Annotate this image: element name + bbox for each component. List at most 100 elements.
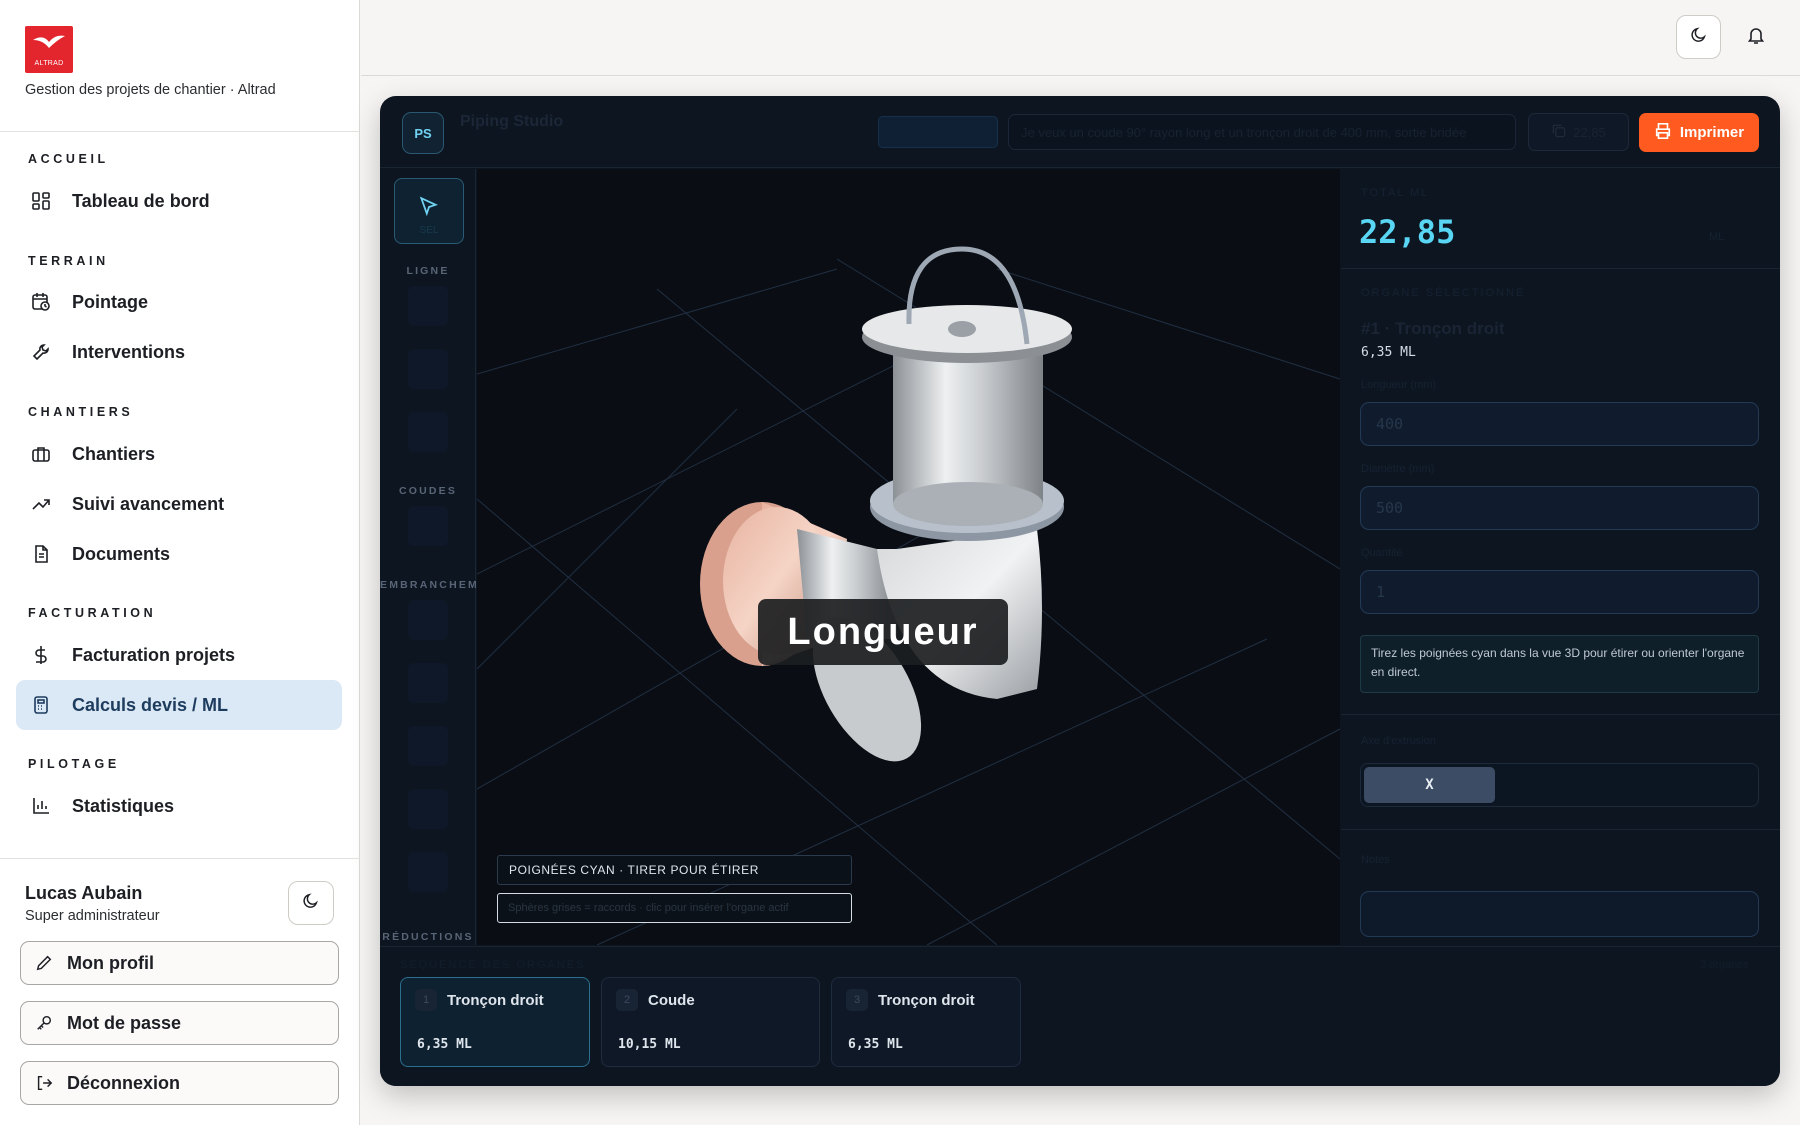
tool-slot[interactable] <box>408 789 448 829</box>
print-label: Imprimer <box>1679 124 1745 141</box>
notifications-button[interactable] <box>1739 20 1773 54</box>
notes-input[interactable] <box>1360 891 1759 937</box>
app-subtitle: Gestion des projets de chantier · Altrad <box>25 82 276 98</box>
selected-organ-label: ORGANE SÉLECTIONNÉ <box>1361 287 1526 299</box>
divider <box>1341 714 1780 715</box>
spheres-hint: Sphères grises = raccords · clic pour in… <box>497 893 852 923</box>
card-name: Tronçon droit <box>878 992 975 1009</box>
tool-slot[interactable] <box>408 726 448 766</box>
moon-icon <box>1690 26 1708 49</box>
copy-icon <box>1551 123 1567 142</box>
tool-section-coudes: COUDES <box>398 485 458 497</box>
profile-label: Mon profil <box>67 952 154 973</box>
nav-tableau-de-bord[interactable]: Tableau de bord <box>16 176 342 226</box>
card-index: 2 <box>616 989 638 1011</box>
axis-label: Axe d'extrusion <box>1361 735 1436 747</box>
axis-x-option[interactable]: X <box>1364 767 1495 803</box>
studio-title: Piping Studio <box>460 113 564 130</box>
user-panel: Lucas Aubain Super administrateur Mon pr… <box>0 858 360 1125</box>
length-input[interactable]: 400 <box>1360 402 1759 446</box>
section-accueil: ACCUEIL <box>28 152 109 166</box>
logout-label: Déconnexion <box>67 1072 181 1093</box>
nav-label: Statistiques <box>72 795 175 816</box>
nav-interventions[interactable]: Interventions <box>16 327 342 377</box>
notes-label: Notes <box>1361 854 1390 866</box>
tool-slot[interactable] <box>408 852 448 892</box>
tool-section-ligne: LIGNE <box>406 265 450 277</box>
card-ml: 6,35 ML <box>417 1037 472 1052</box>
password-button[interactable]: Mot de passe <box>20 1001 339 1045</box>
nav-calculs-devis-ml[interactable]: Calculs devis / ML <box>16 680 342 730</box>
handles-hint: POIGNÉES CYAN · TIRER POUR ÉTIRER <box>497 855 852 885</box>
nav-chantiers[interactable]: Chantiers <box>16 429 342 479</box>
diameter-field-label: Diamètre (mm) <box>1361 463 1435 475</box>
prompt-input[interactable]: Je veux un coude 90° rayon long et un tr… <box>1008 114 1516 150</box>
print-button[interactable]: Imprimer <box>1639 113 1759 152</box>
tool-slot[interactable] <box>408 663 448 703</box>
bell-icon <box>1746 25 1766 50</box>
nav-label: Pointage <box>72 291 149 312</box>
tool-section-reductions: RÉDUCTIONS <box>382 931 474 943</box>
tool-slot[interactable] <box>408 412 448 452</box>
piping-studio: PS Piping Studio Je veux un coude 90° ra… <box>380 96 1780 1086</box>
nav-documents[interactable]: Documents <box>16 529 342 579</box>
theme-toggle-button[interactable] <box>1676 15 1721 59</box>
printer-icon <box>1654 122 1672 144</box>
logout-icon <box>35 1074 55 1092</box>
tool-slot[interactable] <box>408 349 448 389</box>
cursor-icon <box>418 196 440 221</box>
divider <box>1341 829 1780 830</box>
sequence-card[interactable]: 3 Tronçon droit 6,35 ML <box>831 977 1021 1067</box>
moon-icon <box>302 892 320 915</box>
studio-badge: PS <box>402 112 444 154</box>
nav-label: Calculs devis / ML <box>72 694 229 715</box>
copy-total-value: 22,85 <box>1573 124 1606 140</box>
altrad-logo[interactable]: ALTRAD <box>25 26 73 73</box>
wrench-icon <box>30 341 52 363</box>
selected-organ-name: #1 · Tronçon droit <box>1361 319 1505 338</box>
3d-viewport[interactable]: Longueur POIGNÉES CYAN · TIRER POUR ÉTIR… <box>477 169 1340 945</box>
quantity-field-label: Quantité <box>1361 547 1403 559</box>
tool-slot[interactable] <box>408 506 448 546</box>
logout-button[interactable]: Déconnexion <box>20 1061 339 1105</box>
logo-text: ALTRAD <box>34 60 64 67</box>
document-icon <box>30 543 52 565</box>
pipe-3d-render <box>477 246 1340 945</box>
nav-statistiques[interactable]: Statistiques <box>16 781 342 831</box>
sequence-card[interactable]: 2 Coude 10,15 ML <box>601 977 820 1067</box>
sequence-card[interactable]: 1 Tronçon droit 6,35 ML <box>400 977 590 1067</box>
card-ml: 6,35 ML <box>848 1037 903 1052</box>
pencil-icon <box>35 954 55 972</box>
sidebar-theme-toggle[interactable] <box>288 881 334 925</box>
quantity-input[interactable]: 1 <box>1360 570 1759 614</box>
sidebar: ALTRAD Gestion des projets de chantier ·… <box>0 0 360 1125</box>
total-unit: ML <box>1709 231 1725 243</box>
diameter-input[interactable]: 500 <box>1360 486 1759 530</box>
card-name: Tronçon droit <box>447 992 544 1009</box>
select-tool-button[interactable]: SEL <box>394 178 464 244</box>
drag-tip: Tirez les poignées cyan dans la vue 3D p… <box>1360 635 1759 693</box>
user-role: Super administrateur <box>25 908 160 924</box>
tool-section-embranchements: EMBRANCHEMENTS <box>380 579 476 591</box>
mode-toggle[interactable] <box>878 116 998 148</box>
brand-header: ALTRAD Gestion des projets de chantier ·… <box>0 0 359 132</box>
sequence-label: SÉQUENCE DES ORGANES <box>400 959 586 971</box>
section-pilotage: PILOTAGE <box>28 757 120 771</box>
nav-pointage[interactable]: Pointage <box>16 277 342 327</box>
tool-slot[interactable] <box>408 600 448 640</box>
total-label: TOTAL ML <box>1361 187 1430 199</box>
nav-facturation-projets[interactable]: Facturation projets <box>16 630 342 680</box>
nav-suivi-avancement[interactable]: Suivi avancement <box>16 479 342 529</box>
axis-segmented-control: X <box>1360 763 1759 807</box>
bar-chart-icon <box>30 795 52 817</box>
organ-sequence: SÉQUENCE DES ORGANES 3 organes 1 Tronçon… <box>380 946 1780 1086</box>
select-tool-label: SEL <box>419 225 439 236</box>
studio-header: PS Piping Studio Je veux un coude 90° ra… <box>380 96 1780 168</box>
tool-slot[interactable] <box>408 286 448 326</box>
profile-button[interactable]: Mon profil <box>20 941 339 985</box>
dashboard-icon <box>30 190 52 212</box>
card-index: 1 <box>415 989 437 1011</box>
drag-length-tooltip: Longueur <box>758 599 1008 665</box>
total-value: 22,85 <box>1359 213 1456 251</box>
copy-total-button[interactable]: 22,85 <box>1528 113 1629 151</box>
